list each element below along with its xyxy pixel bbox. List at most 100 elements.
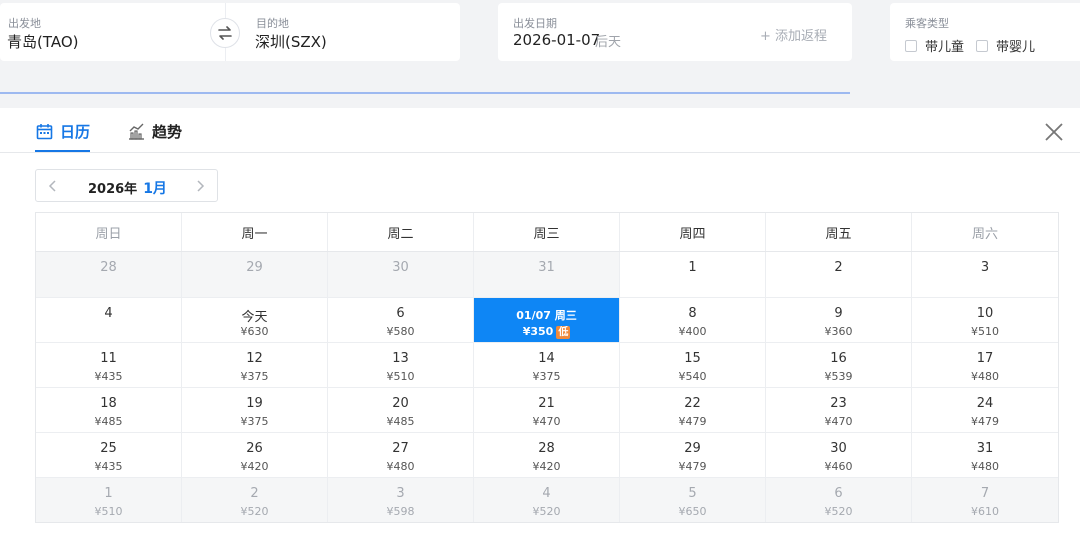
day-number: 31: [976, 441, 994, 456]
calendar-day[interactable]: 28 ¥420: [474, 433, 620, 477]
calendar-day[interactable]: 15 ¥540: [620, 343, 766, 387]
calendar-day[interactable]: 28: [36, 252, 182, 297]
chevron-right-icon[interactable]: [193, 179, 207, 193]
day-price: ¥598: [328, 505, 473, 518]
day-price-value: ¥485: [386, 415, 415, 428]
calendar-week-row: 11 ¥435 12 ¥375 13 ¥510 14 ¥375 15 ¥540 16 ¥539 17 ¥4…: [36, 342, 1058, 387]
day-price: ¥350 低: [474, 325, 619, 339]
day-price-value: ¥460: [824, 460, 853, 473]
calendar-day[interactable]: 14 ¥375: [474, 343, 620, 387]
lowest-price-badge: 低: [556, 326, 571, 339]
calendar-day[interactable]: 20 ¥485: [328, 388, 474, 432]
day-price-value: ¥510: [386, 370, 415, 383]
calendar-day[interactable]: 29 ¥479: [620, 433, 766, 477]
calendar-day[interactable]: 12 ¥375: [182, 343, 328, 387]
day-number: 31: [538, 260, 555, 275]
month-navigator: 2026年 1月: [35, 169, 218, 202]
day-number: 18: [100, 396, 117, 411]
infant-checkbox[interactable]: 带婴儿: [976, 36, 1035, 55]
day-price: ¥420: [182, 460, 327, 473]
calendar-day[interactable]: 8 ¥400: [620, 298, 766, 342]
calendar-day[interactable]: 今天 ¥630: [182, 298, 328, 342]
chevron-left-icon[interactable]: [46, 179, 60, 193]
day-number: 24: [976, 396, 994, 411]
search-bar: 出发地 青岛(TAO) 目的地 深圳(SZX) 出发日期 2026-01-07 …: [0, 0, 1080, 94]
calendar-day[interactable]: 4: [36, 298, 182, 342]
trend-chart-icon: [129, 123, 144, 140]
tab-calendar[interactable]: 日历: [36, 120, 90, 142]
day-price-value: ¥480: [971, 370, 999, 383]
calendar-day[interactable]: 17 ¥480: [912, 343, 1058, 387]
day-number: 30: [392, 260, 409, 275]
calendar-day[interactable]: 2 ¥520: [182, 478, 328, 522]
route-selector: 出发地 青岛(TAO) 目的地 深圳(SZX): [0, 3, 460, 61]
day-price-value: ¥470: [532, 415, 561, 428]
calendar-day[interactable]: 24 ¥479: [912, 388, 1058, 432]
active-tab-indicator: [35, 150, 90, 152]
calendar-week-row: 18 ¥485 19 ¥375 20 ¥485 21 ¥470 22 ¥479 23 ¥470 24 ¥4…: [36, 387, 1058, 432]
origin-field[interactable]: 青岛(TAO): [7, 31, 79, 52]
calendar-day[interactable]: 2: [766, 252, 912, 297]
day-number: 6: [834, 486, 843, 501]
day-number: 今天: [241, 310, 268, 325]
day-number: 10: [976, 306, 994, 321]
calendar-day[interactable]: 25 ¥435: [36, 433, 182, 477]
calendar-day[interactable]: 19 ¥375: [182, 388, 328, 432]
dest-field[interactable]: 深圳(SZX): [255, 31, 327, 52]
calendar-day[interactable]: 3: [912, 252, 1058, 297]
calendar-day[interactable]: 16 ¥539: [766, 343, 912, 387]
calendar-day[interactable]: 1: [620, 252, 766, 297]
calendar-day[interactable]: 5 ¥650: [620, 478, 766, 522]
calendar-day[interactable]: 30 ¥460: [766, 433, 912, 477]
tab-trend[interactable]: 趋势: [128, 120, 182, 142]
day-price: ¥510: [36, 505, 181, 518]
calendar-day[interactable]: 1 ¥510: [36, 478, 182, 522]
day-price-value: ¥350: [522, 325, 554, 338]
calendar-day[interactable]: 6 ¥520: [766, 478, 912, 522]
day-number: 19: [246, 396, 263, 411]
calendar-day[interactable]: 7 ¥610: [912, 478, 1058, 522]
calendar-day[interactable]: 30: [328, 252, 474, 297]
day-number: 26: [246, 441, 263, 456]
calendar-day[interactable]: 18 ¥485: [36, 388, 182, 432]
pax-label: 乘客类型: [905, 17, 949, 30]
calendar-day[interactable]: 29: [182, 252, 328, 297]
child-checkbox[interactable]: 带儿童: [905, 36, 964, 55]
day-price: ¥479: [620, 415, 765, 428]
day-price: ¥520: [766, 505, 911, 518]
checkbox-icon: [976, 39, 988, 52]
calendar-day[interactable]: 26 ¥420: [182, 433, 328, 477]
day-price-value: ¥435: [94, 460, 123, 473]
calendar-day[interactable]: 4 ¥520: [474, 478, 620, 522]
calendar-day[interactable]: 23 ¥470: [766, 388, 912, 432]
day-number: 15: [684, 351, 701, 366]
checkbox-icon: [905, 39, 917, 52]
swap-route-button[interactable]: [210, 18, 240, 48]
date-selector[interactable]: 出发日期 2026-01-07 后天 + 添加返程: [498, 3, 852, 61]
calendar-week-row: 4 今天 ¥630 6 ¥580 01/07 周三 ¥350 低 8 ¥400 9 ¥360 10 ¥51…: [36, 297, 1058, 342]
calendar-day[interactable]: 21 ¥470: [474, 388, 620, 432]
calendar-day[interactable]: 9 ¥360: [766, 298, 912, 342]
month-label: 1月: [143, 181, 167, 197]
calendar-day[interactable]: 13 ¥510: [328, 343, 474, 387]
calendar-day[interactable]: 22 ¥479: [620, 388, 766, 432]
date-label: 出发日期: [513, 17, 557, 30]
day-number: 30: [830, 441, 847, 456]
date-field[interactable]: 2026-01-07: [513, 31, 600, 49]
close-icon[interactable]: [1044, 122, 1064, 142]
calendar-day[interactable]: 6 ¥580: [328, 298, 474, 342]
calendar-day[interactable]: 10 ¥510: [912, 298, 1058, 342]
day-price: ¥485: [328, 415, 473, 428]
add-return-button[interactable]: + 添加返程: [760, 25, 827, 44]
calendar-day[interactable]: 31: [474, 252, 620, 297]
dest-label: 目的地: [256, 17, 289, 30]
calendar-day-selected[interactable]: 01/07 周三 ¥350 低: [474, 298, 620, 342]
day-number: 17: [976, 351, 994, 366]
day-number: 28: [538, 441, 555, 456]
origin-label: 出发地: [8, 17, 41, 30]
calendar-day[interactable]: 3 ¥598: [328, 478, 474, 522]
calendar-day[interactable]: 11 ¥435: [36, 343, 182, 387]
calendar-day[interactable]: 27 ¥480: [328, 433, 474, 477]
calendar-day[interactable]: 31 ¥480: [912, 433, 1058, 477]
day-number: 28: [100, 260, 117, 275]
